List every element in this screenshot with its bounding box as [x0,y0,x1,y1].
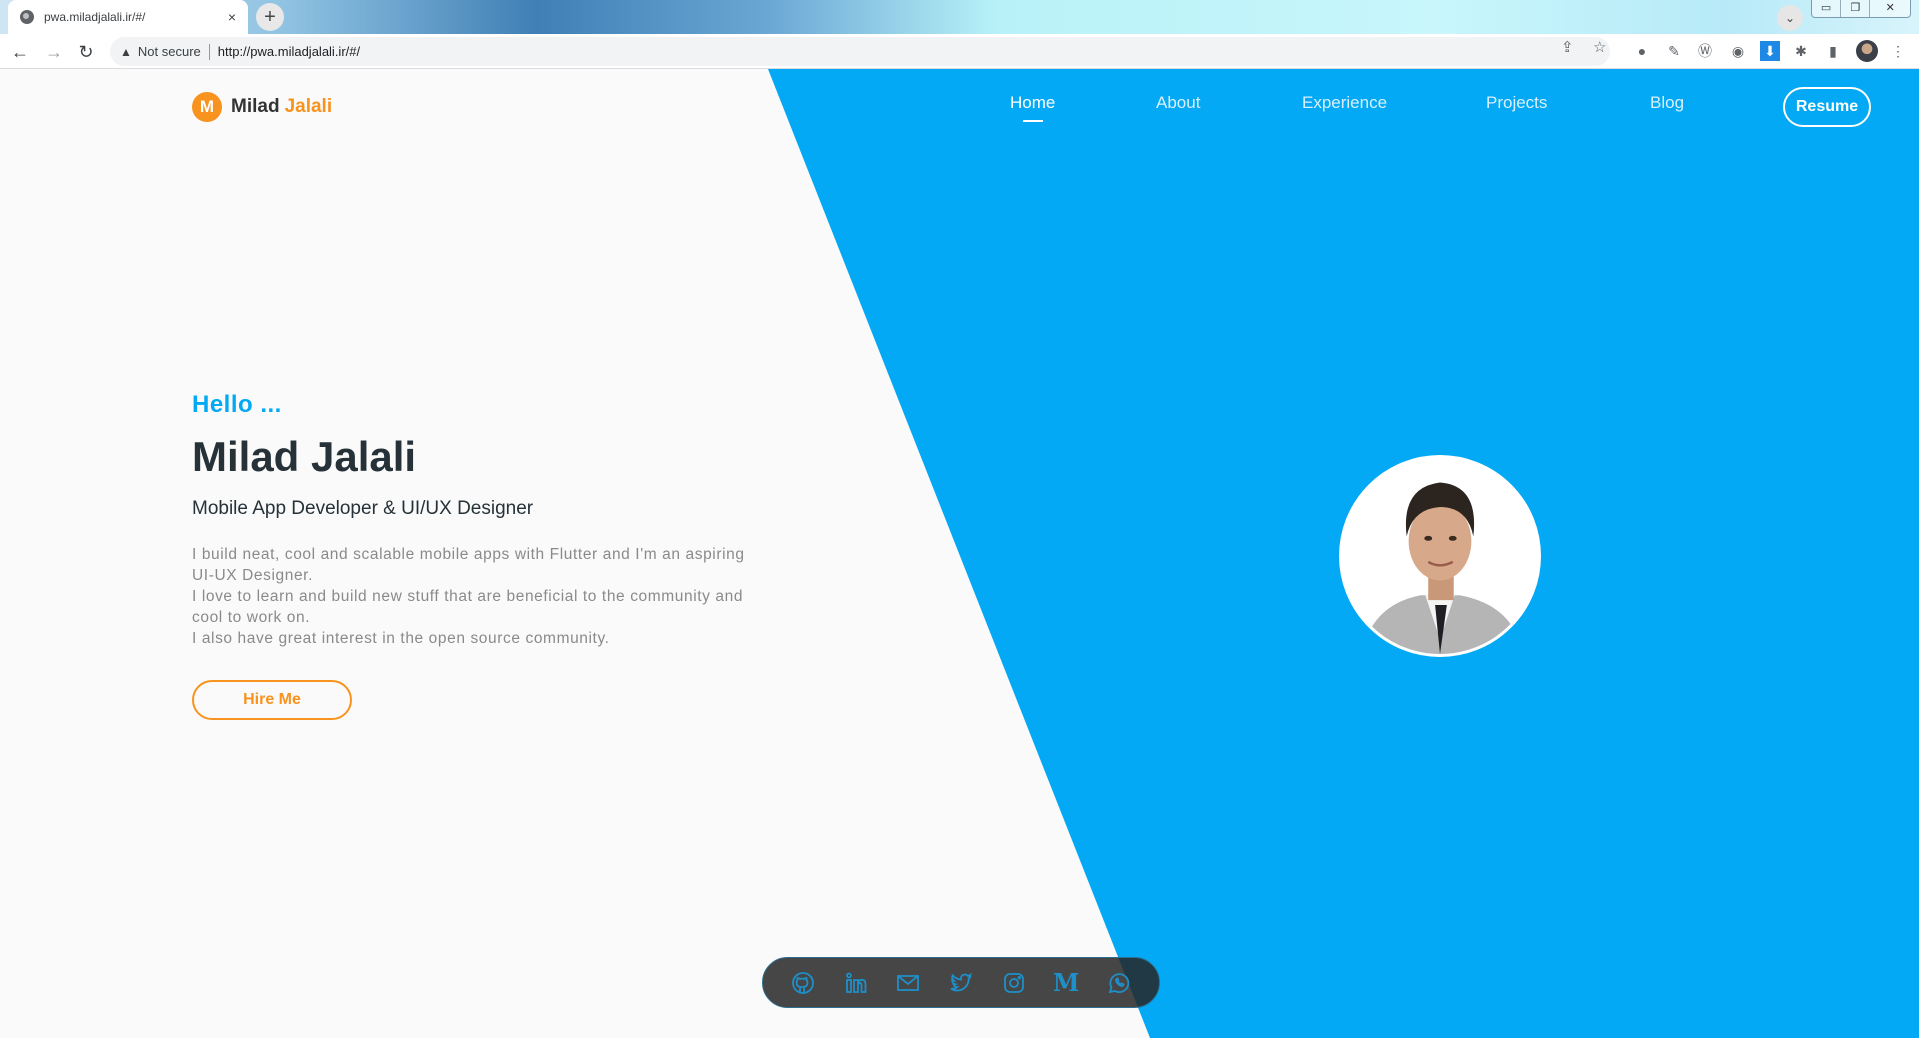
linkedin-icon[interactable] [843,970,869,996]
nav-projects[interactable]: Projects [1486,93,1547,113]
web-page: M Milad Jalali Home About Experience Pro… [0,69,1919,1038]
hero-bio: I build neat, cool and scalable mobile a… [192,544,752,649]
whatsapp-icon[interactable] [1106,970,1132,996]
reload-button[interactable]: ↻ [74,40,98,64]
site-logo[interactable]: M Milad Jalali [192,92,332,122]
address-bar[interactable]: ▲ Not secure http://pwa.miladjalali.ir/#… [110,37,1610,66]
wordpress-extension-icon[interactable]: Ⓦ [1695,41,1715,61]
puzzle-extensions-icon[interactable]: ✱ [1791,41,1811,61]
hero-greeting: Hello ... [192,391,282,418]
portrait-illustration [1342,458,1538,654]
close-window-button[interactable]: ✕ [1870,0,1910,17]
social-links-bar: M [762,957,1160,1008]
hire-me-button[interactable]: Hire Me [192,680,352,720]
minimize-button[interactable]: ▭ [1812,0,1842,17]
forward-button[interactable]: → [42,40,66,64]
bio-line: I love to learn and build new stuff that… [192,588,744,626]
bio-line: I also have great interest in the open s… [192,630,610,647]
instagram-icon[interactable] [1001,970,1027,996]
eyedropper-extension-icon[interactable]: ✎ [1664,41,1684,61]
logo-last-name: Jalali [284,96,333,117]
tab-close-button[interactable]: × [228,9,236,25]
browser-toolbar: ← → ↻ ▲ Not secure http://pwa.miladjalal… [0,34,1919,69]
ghostery-extension-icon[interactable]: ● [1632,41,1652,61]
tab-search-button[interactable]: ⌄ [1777,5,1803,31]
window-controls: ▭ ❐ ✕ [1811,0,1911,18]
bio-line: I build neat, cool and scalable mobile a… [192,546,745,584]
logo-mark: M [192,92,222,122]
new-tab-button[interactable]: + [256,3,284,31]
share-icon[interactable]: ⇪ [1561,38,1574,56]
camera-extension-icon[interactable]: ◉ [1728,41,1748,61]
nav-home[interactable]: Home [1010,93,1055,113]
hero-subtitle: Mobile App Developer & UI/UX Designer [192,498,534,519]
browser-tab[interactable]: pwa.miladjalali.ir/#/ × [8,0,248,34]
bookmark-star-icon[interactable]: ☆ [1593,38,1606,56]
security-label[interactable]: Not secure [138,44,201,59]
mail-icon[interactable] [895,970,921,996]
nav-about[interactable]: About [1156,93,1200,113]
restore-button[interactable]: ❐ [1841,0,1871,17]
profile-avatar[interactable] [1856,40,1878,62]
download-extension-icon[interactable]: ⬇ [1760,41,1780,61]
hero-name: Milad Jalali [192,433,417,480]
url-text[interactable]: http://pwa.miladjalali.ir/#/ [218,44,360,59]
resume-button[interactable]: Resume [1783,87,1871,127]
medium-icon[interactable]: M [1053,968,1080,997]
nav-experience[interactable]: Experience [1302,93,1387,113]
kebab-menu-icon[interactable]: ⋮ [1888,41,1908,61]
nav-blog[interactable]: Blog [1650,93,1684,113]
divider [208,43,210,60]
github-icon[interactable] [790,970,816,996]
tab-strip: pwa.miladjalali.ir/#/ × + ⌄ ▭ ❐ ✕ [0,0,1919,34]
side-panel-icon[interactable]: ▮ [1823,41,1843,61]
tab-title: pwa.miladjalali.ir/#/ [44,10,146,24]
warning-icon[interactable]: ▲ [120,45,132,59]
logo-first-name: Milad [231,96,280,117]
back-button[interactable]: ← [8,40,32,64]
twitter-icon[interactable] [948,970,974,996]
globe-icon [20,10,34,24]
profile-photo [1339,455,1541,657]
